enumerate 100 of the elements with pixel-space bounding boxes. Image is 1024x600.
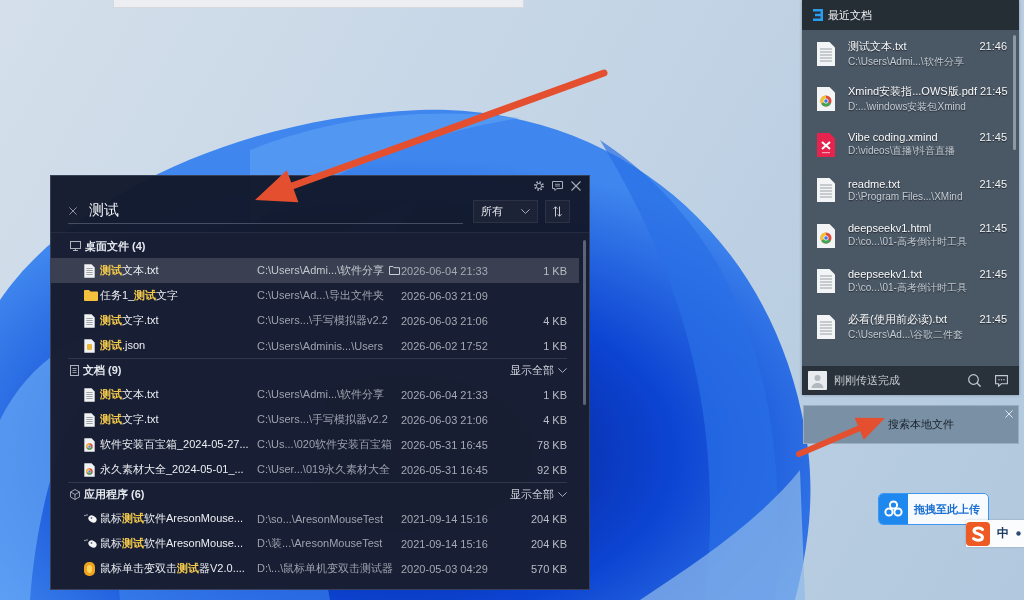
file-size: 1 KB: [543, 339, 567, 352]
file-name: 鼠标单击变双击测试器V2.0....: [100, 561, 246, 576]
web-file-icon: [817, 87, 835, 112]
file-name: 测试文字.txt: [100, 412, 160, 427]
result-row[interactable]: 永久素材大全_2024-05-01_... C:\User...\019永久素材大全 2026-05-31 16:45 92 KB: [51, 457, 579, 482]
file-name[interactable]: deepseekv1.html: [848, 222, 932, 235]
file-name[interactable]: Xmind安装指...OWS版.pdf: [848, 84, 977, 100]
clear-icon[interactable]: [69, 206, 77, 215]
show-all-button[interactable]: 显示全部: [510, 363, 567, 378]
result-row[interactable]: 任务1_测试文字 C:\Users\Ad...\导出文件夹 2026-06-03 21:09: [51, 283, 579, 308]
file-path: C:\Users\Adminis...\Users: [257, 339, 383, 352]
file-path: C:\Us...\020软件安装百宝箱: [257, 437, 393, 452]
file-path: D:...\windows安装包Xmind: [848, 100, 967, 115]
monitor-icon: [70, 241, 81, 251]
panel-title: 最近文档: [828, 7, 872, 23]
file-name[interactable]: deepseekv1.txt: [848, 267, 922, 280]
result-row[interactable]: 测试.json C:\Users\Adminis...\Users 2026-06-02 17:52 1 KB: [51, 333, 579, 358]
file-size: 570 KB: [530, 562, 567, 575]
cube-icon: [70, 489, 80, 500]
file-name: 任务1_测试文字: [100, 288, 180, 303]
file-size: 78 KB: [537, 438, 567, 451]
file-size: 4 KB: [543, 413, 567, 426]
file-path: C:\Users\Admi...\软件分享: [257, 387, 385, 402]
text-file-icon: [84, 263, 95, 278]
result-row[interactable]: 测试文字.txt C:\Users...\手写模拟器v2.2 2026-06-03 21:06 4 KB: [51, 308, 579, 333]
scrollbar-thumb[interactable]: [1013, 35, 1016, 150]
ime-mode-button[interactable]: 中: [997, 525, 1009, 542]
modified-date: 2020-05-03 04:29: [401, 562, 489, 575]
modified-date: 2026-06-03 21:06: [401, 413, 489, 426]
file-time: 21:45: [979, 131, 1007, 144]
sort-button[interactable]: [545, 199, 570, 223]
file-path: D:\so...\AresonMouseTest: [257, 512, 383, 525]
file-size: 204 KB: [530, 537, 567, 550]
mouse-icon: [84, 513, 97, 524]
result-row[interactable]: 鼠标测试软件AresonMouse... D:\so...\AresonMouseTest 2021-09-14 15:16 204 KB: [51, 506, 579, 531]
chat-icon[interactable]: [995, 374, 1008, 387]
result-row[interactable]: 测试文字.txt C:\Users...\手写模拟器v2.2 2026-06-03 21:06 4 KB: [51, 407, 579, 432]
modified-date: 2021-09-14 15:16: [401, 537, 489, 550]
file-name[interactable]: readme.txt: [848, 178, 900, 191]
search-field[interactable]: 测试: [89, 199, 463, 222]
file-time: 21:45: [979, 222, 1007, 235]
modified-date: 2026-06-03 21:06: [401, 314, 489, 327]
file-name: 测试文字.txt: [100, 313, 160, 328]
file-name[interactable]: Vibe coding.xmind: [848, 131, 938, 144]
modified-date: 2026-06-04 21:33: [401, 264, 489, 277]
modified-date: 2026-05-31 16:45: [401, 438, 489, 451]
modified-date: 2026-06-02 17:52: [401, 339, 489, 352]
section-title: 桌面文件 (4): [85, 238, 146, 254]
text-file-icon: [817, 178, 835, 203]
text-file-icon: [84, 313, 95, 328]
text-file-icon: [817, 314, 835, 339]
file-size: 1 KB: [543, 388, 567, 401]
file-name: 永久素材大全_2024-05-01_...: [100, 462, 245, 477]
app-icon: [84, 561, 95, 576]
result-row[interactable]: 测试文本.txt C:\Users\Admi...\软件分享 2026-06-04 21:33 1 KB: [51, 382, 579, 407]
show-all-button[interactable]: 显示全部: [510, 487, 567, 502]
json-file-icon: [84, 338, 95, 353]
folder-outline-icon[interactable]: [389, 266, 401, 275]
search-local-button[interactable]: 搜索本地文件: [803, 405, 1019, 444]
section-title: 应用程序 (6): [84, 487, 145, 502]
settings-icon[interactable]: [534, 181, 544, 191]
file-path: C:\Users...\手写模拟器v2.2: [257, 313, 388, 328]
file-path: D:\co...\01-高考倒计时工具: [848, 235, 968, 250]
chat-icon[interactable]: [552, 181, 563, 191]
file-path: C:\Users...\手写模拟器v2.2: [257, 412, 388, 427]
chevron-down-icon: [521, 208, 530, 214]
folder-icon: [84, 290, 98, 301]
file-path: C:\Users\Ad...\谷歌二件套: [848, 327, 964, 342]
result-row[interactable]: 鼠标测试软件AresonMouse... D:\装...\AresonMouseTest 2021-09-14 15:16 204 KB: [51, 531, 579, 556]
web-file-icon: [817, 223, 835, 248]
scrollbar-thumb[interactable]: [582, 240, 586, 405]
text-file-icon: [817, 41, 835, 66]
search-icon[interactable]: [968, 374, 981, 387]
file-path: C:\Users\Ad...\导出文件夹: [257, 288, 384, 303]
file-path: C:\Users\Admi...\软件分享: [257, 263, 385, 278]
file-time: 21:46: [979, 39, 1007, 52]
result-row[interactable]: 鼠标单击变双击测试器V2.0.... D:\...\鼠标单机变双击测试器 2020-05-03 04:29 570 KB: [51, 556, 579, 581]
logo-icon: [813, 9, 823, 21]
close-icon[interactable]: [571, 181, 581, 191]
result-row[interactable]: 软件安装百宝箱_2024-05-27... C:\Us...\020软件安装百宝箱 2026-05-31 16:45 78 KB: [51, 432, 579, 457]
file-name[interactable]: 必看(使用前必读).txt: [848, 311, 947, 327]
modified-date: 2026-06-03 21:09: [401, 289, 489, 302]
chevron-down-icon: [558, 492, 567, 497]
file-name: 鼠标测试软件AresonMouse...: [100, 511, 245, 526]
filter-dropdown[interactable]: 所有: [473, 199, 538, 223]
file-size: 92 KB: [537, 463, 567, 476]
file-name[interactable]: 测试文本.txt: [848, 38, 907, 54]
chevron-down-icon: [558, 368, 567, 373]
sort-icon: [553, 205, 562, 217]
dot-icon[interactable]: [1016, 531, 1021, 536]
x-file-icon: [817, 132, 835, 157]
text-file-icon: [817, 269, 835, 294]
file-time: 21:45: [979, 267, 1007, 280]
result-row[interactable]: 测试文本.txt C:\Users\Admi...\软件分享 2026-06-04 21:33 1 KB: [51, 258, 579, 283]
modified-date: 2021-09-14 15:16: [401, 512, 489, 525]
section-title: 文档 (9): [83, 363, 122, 378]
file-size: 4 KB: [543, 314, 567, 327]
web-file-icon: [84, 462, 95, 477]
upload-button[interactable]: 拖拽至此上传: [878, 493, 989, 525]
modified-date: 2026-06-04 21:33: [401, 388, 489, 401]
